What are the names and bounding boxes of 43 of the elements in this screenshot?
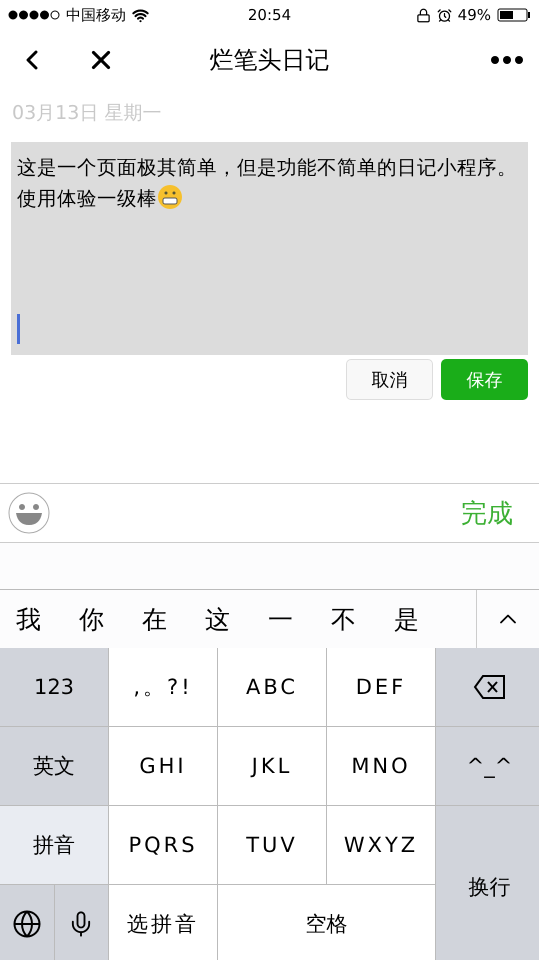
keyboard-key[interactable]: GHI [109,727,217,805]
wifi-icon [132,6,149,24]
carrier-name: 中国移动 [66,6,126,24]
keyboard-key[interactable]: 英文 [0,727,108,805]
candidate-character[interactable]: 我 [16,602,79,636]
keyboard-key[interactable]: ^_^ [436,727,539,805]
keyboard-key[interactable]: TUV [218,806,326,884]
delete-key[interactable] [436,648,539,726]
candidate-character[interactable]: 在 [142,602,205,636]
diary-text-area[interactable]: 这是一个页面极其简单，但是功能不简单的日记小程序。使用体验一级棒 [11,142,528,355]
candidate-character[interactable]: 这 [205,602,268,636]
battery-icon [497,8,532,22]
keyboard-key[interactable]: DEF [327,648,435,726]
delete-icon [472,674,506,700]
keyboard-key[interactable]: MNO [327,727,435,805]
more-icon [491,56,523,64]
keyboard-key[interactable]: WXYZ [327,806,435,884]
candidate-character[interactable]: 你 [79,602,142,636]
text-cursor [17,314,20,344]
keyboard-key[interactable]: PQRS [109,806,217,884]
globe-key[interactable] [0,885,54,960]
cancel-button[interactable]: 取消 [346,359,433,400]
signal-icon [8,10,60,20]
page-title: 烂笔头日记 [210,45,330,76]
globe-icon [12,909,42,939]
candidate-character[interactable]: 是 [394,602,457,636]
smiley-icon[interactable] [8,492,50,534]
keyboard-key[interactable]: JKL [218,727,326,805]
keyboard-key[interactable]: 拼音 [0,806,108,884]
grimace-emoji-icon [157,184,183,210]
space-key[interactable]: 空格 [218,885,435,960]
candidate-character[interactable]: 一 [268,602,331,636]
return-key[interactable]: 换行 [436,806,539,960]
alarm-icon [436,8,452,22]
keyboard-key[interactable]: ,。?! [109,648,217,726]
rotation-lock-icon [416,8,431,22]
keyboard-key[interactable]: 选拼音 [109,885,217,960]
keyboard-key[interactable]: ABC [218,648,326,726]
battery-percent: 49% [458,6,492,24]
clock-time: 20:54 [248,6,292,24]
keyboard-key[interactable]: 123 [0,648,108,726]
candidate-character[interactable]: 不 [331,602,394,636]
microphone-key[interactable] [54,885,108,960]
